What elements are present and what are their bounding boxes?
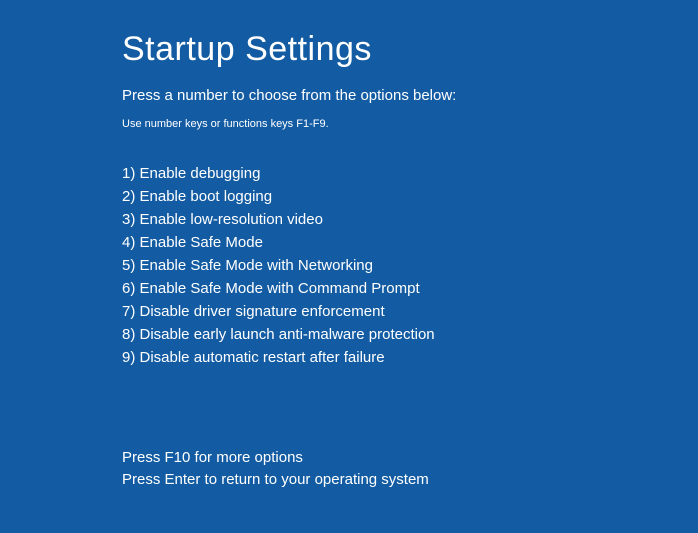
option-5[interactable]: 5) Enable Safe Mode with Networking	[122, 254, 698, 277]
option-9[interactable]: 9) Disable automatic restart after failu…	[122, 346, 698, 369]
option-1[interactable]: 1) Enable debugging	[122, 162, 698, 185]
option-8[interactable]: 8) Disable early launch anti-malware pro…	[122, 323, 698, 346]
option-2[interactable]: 2) Enable boot logging	[122, 185, 698, 208]
return-text: Press Enter to return to your operating …	[122, 469, 698, 491]
instruction-text: Press a number to choose from the option…	[122, 87, 698, 104]
page-title: Startup Settings	[122, 30, 698, 69]
option-3[interactable]: 3) Enable low-resolution video	[122, 208, 698, 231]
options-list: 1) Enable debugging 2) Enable boot loggi…	[122, 162, 698, 369]
hint-text: Use number keys or functions keys F1-F9.	[122, 118, 698, 130]
option-4[interactable]: 4) Enable Safe Mode	[122, 231, 698, 254]
option-7[interactable]: 7) Disable driver signature enforcement	[122, 300, 698, 323]
more-options-text: Press F10 for more options	[122, 447, 698, 469]
option-6[interactable]: 6) Enable Safe Mode with Command Prompt	[122, 277, 698, 300]
